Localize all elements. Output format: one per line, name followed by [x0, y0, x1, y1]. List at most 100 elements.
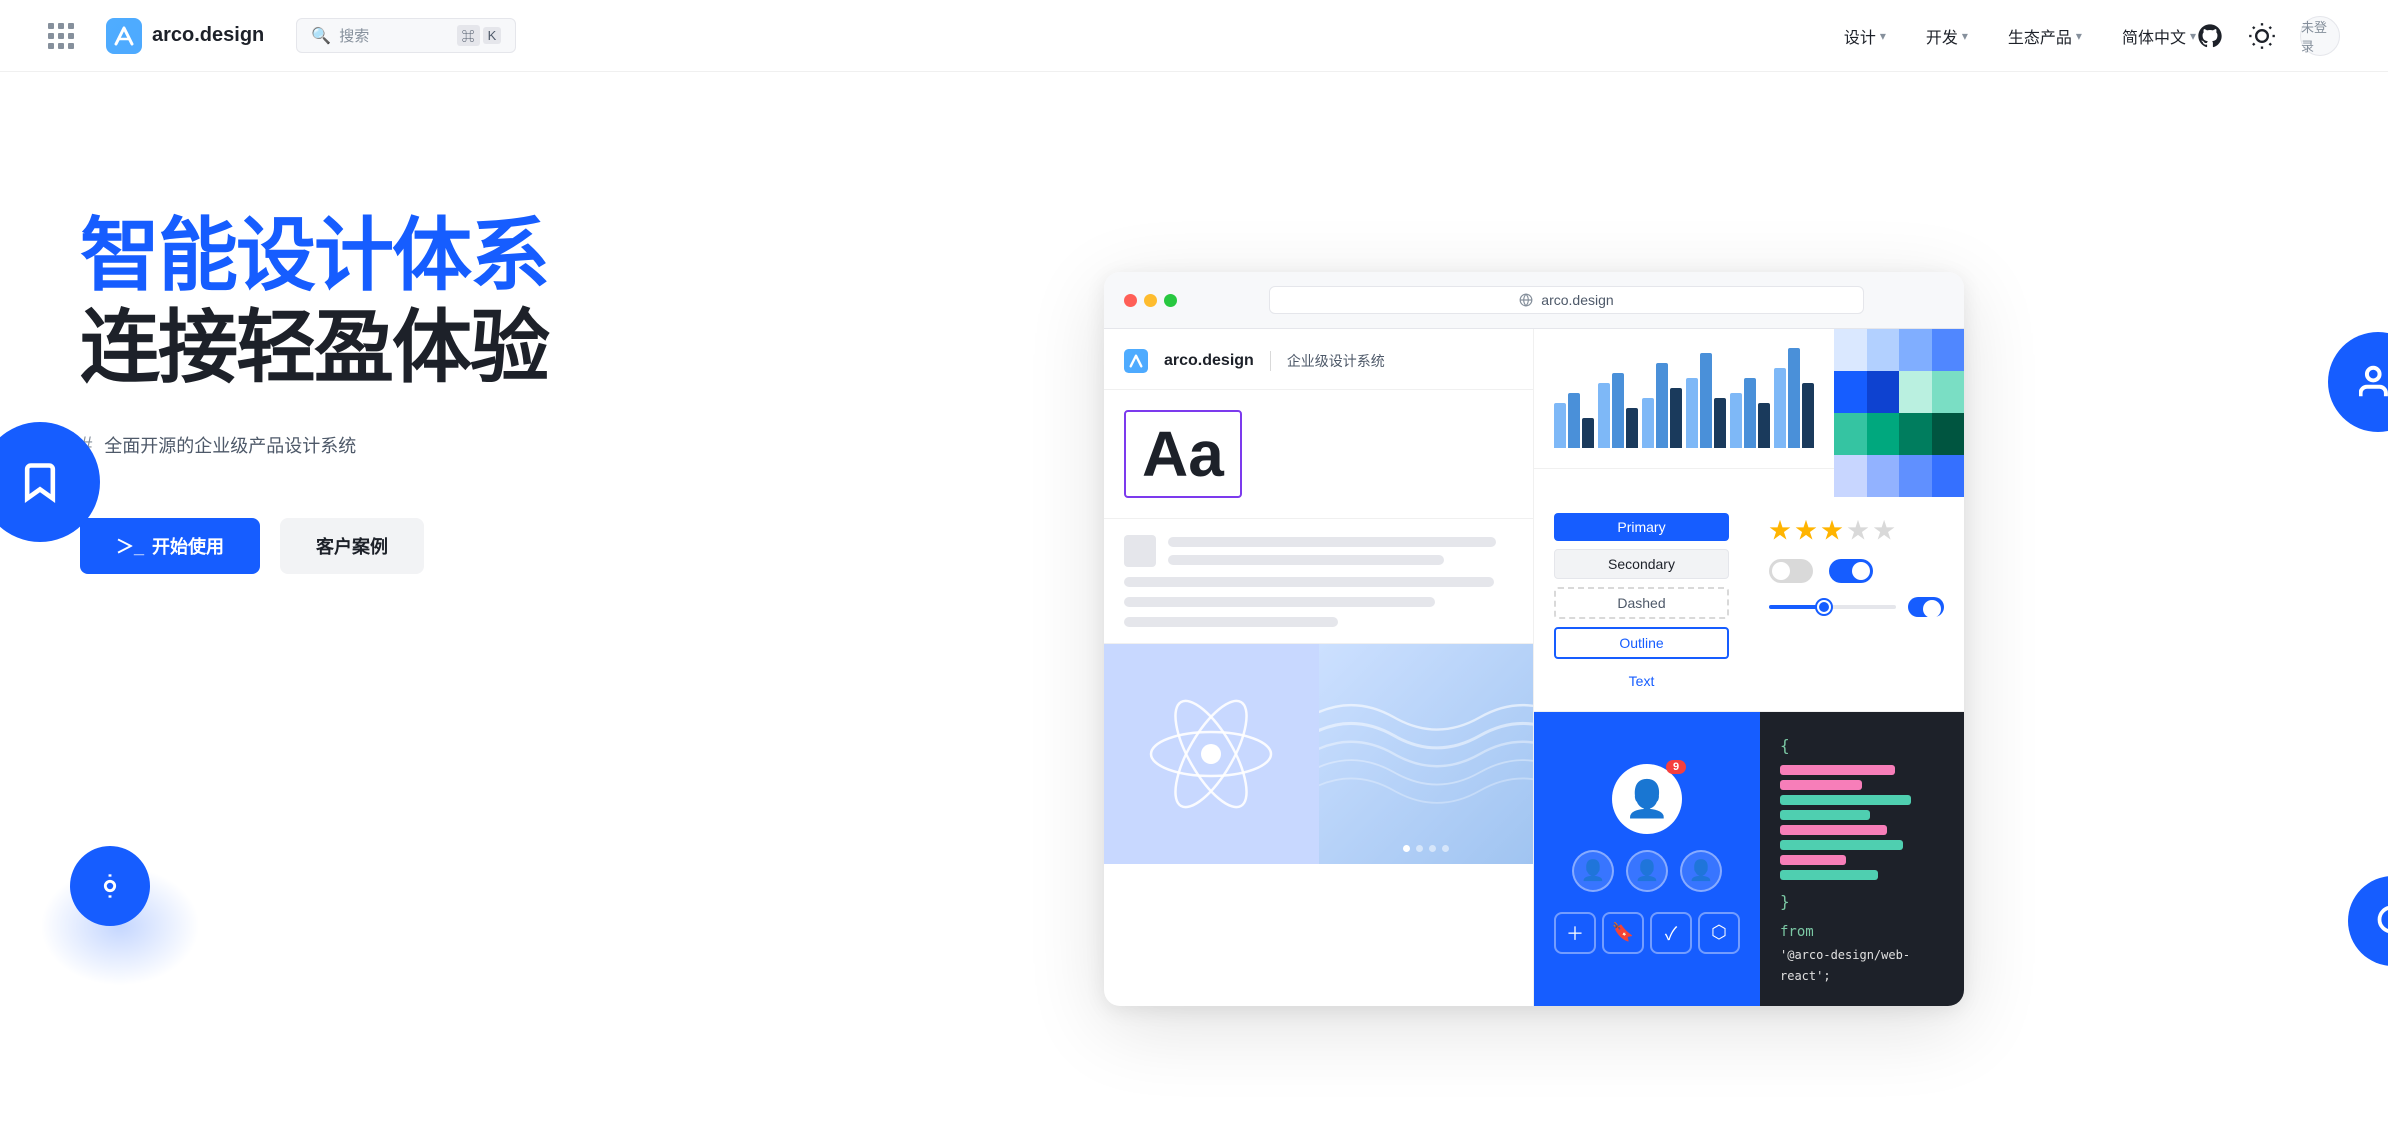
bar-group-3: [1642, 363, 1682, 448]
toggle-row: [1769, 559, 1944, 583]
code-line: [1780, 765, 1895, 775]
theme-icon[interactable]: [2248, 22, 2276, 50]
bar: [1626, 408, 1638, 448]
icon-grid: ＋ 🔖 ✓ ⬡: [1554, 912, 1740, 954]
float-circle-right: [2328, 332, 2388, 432]
skeleton-square: [1124, 535, 1156, 567]
slider-row: [1769, 597, 1944, 617]
code-line: [1780, 870, 1878, 880]
toggle-off[interactable]: [1769, 559, 1813, 583]
grid-menu-icon[interactable]: [48, 23, 74, 49]
logo-text: arco.design: [152, 24, 264, 47]
hero-title-dark: 连接轻盈体验: [80, 304, 632, 392]
skeleton-line: [1124, 577, 1494, 587]
icon-add[interactable]: ＋: [1554, 912, 1596, 954]
color-swatch: [1867, 329, 1900, 371]
bar: [1568, 393, 1580, 448]
code-line: [1780, 840, 1903, 850]
dot: [1416, 845, 1423, 852]
color-swatch: [1834, 371, 1867, 413]
hero-description: # 全面开源的企业级产品设计系统: [80, 432, 632, 458]
bar-group-6: [1774, 348, 1814, 448]
logo[interactable]: arco.design: [106, 18, 264, 54]
skeleton-line: [1124, 597, 1435, 607]
toggle-on[interactable]: [1829, 559, 1873, 583]
typography-preview: Aa: [1124, 410, 1242, 498]
user-icon: 👤: [1635, 858, 1660, 883]
demo-outline-button[interactable]: Outline: [1554, 627, 1729, 659]
nav-ecosystem[interactable]: 生态产品 ▾: [2008, 24, 2082, 48]
slider-thumb: [1817, 600, 1831, 614]
card-right: Primary Secondary Dashed Outline Text ★ …: [1534, 329, 1964, 1006]
bar: [1700, 353, 1712, 448]
bar: [1612, 373, 1624, 448]
slider-track[interactable]: [1769, 605, 1896, 609]
header: arco.design 🔍 搜索 ⌘ K 设计 ▾ 开发 ▾ 生态产品 ▾ 简体…: [0, 0, 2388, 72]
nav-design[interactable]: 设计 ▾: [1844, 24, 1886, 48]
icon-check[interactable]: ✓: [1650, 912, 1692, 954]
skeleton-line: [1168, 537, 1496, 547]
bar: [1686, 378, 1698, 448]
color-swatch: [1899, 371, 1932, 413]
nav-dev[interactable]: 开发 ▾: [1926, 24, 1968, 48]
brand-sub: 企业级设计系统: [1287, 351, 1385, 371]
demo-dashed-button[interactable]: Dashed: [1554, 587, 1729, 619]
code-import-string: '@arco-design/web-react';: [1780, 945, 1944, 986]
chevron-down-icon: ▾: [2076, 29, 2082, 43]
toggle-mini[interactable]: [1908, 597, 1944, 617]
color-swatch: [1834, 455, 1867, 497]
bar-group-2: [1598, 373, 1638, 448]
login-button[interactable]: 未登录: [2300, 16, 2340, 56]
card-body: arco.design 企业级设计系统 Aa: [1104, 329, 1964, 1006]
star-rating: ★ ★ ★ ★ ★: [1769, 513, 1944, 545]
bottom-right-grid: 👤 9 👤 👤 👤: [1534, 712, 1964, 1006]
user-icon: 👤: [1689, 858, 1714, 883]
demo-secondary-button[interactable]: Secondary: [1554, 549, 1729, 579]
code-lines: [1780, 765, 1944, 880]
star-5: ★: [1873, 513, 1895, 545]
controls-panel: ★ ★ ★ ★ ★: [1749, 497, 1964, 712]
atom-panel: [1104, 644, 1319, 864]
bar: [1730, 393, 1742, 448]
icon-bookmark[interactable]: 🔖: [1602, 912, 1644, 954]
main-avatar: 👤 9: [1612, 764, 1682, 834]
icon-cube[interactable]: ⬡: [1698, 912, 1740, 954]
slider-fill: [1769, 605, 1820, 609]
star-4: ★: [1847, 513, 1869, 545]
brand-divider: [1270, 351, 1271, 371]
preview-card: arco.design: [1104, 272, 1964, 1006]
search-bar[interactable]: 🔍 搜索 ⌘ K: [296, 18, 516, 53]
card-titlebar: arco.design: [1104, 272, 1964, 329]
bar: [1582, 418, 1594, 448]
color-swatch: [1899, 455, 1932, 497]
demo-text-button[interactable]: Text: [1554, 667, 1729, 695]
code-line: [1780, 795, 1911, 805]
chevron-down-icon: ▾: [1880, 29, 1886, 43]
skeleton-line: [1124, 617, 1338, 627]
color-swatch: [1834, 329, 1867, 371]
color-swatch: [1899, 413, 1932, 455]
atom-icon: [1141, 684, 1281, 824]
cases-button[interactable]: 客户案例: [280, 518, 424, 574]
star-3: ★: [1821, 513, 1843, 545]
brand-name: arco.design: [1164, 352, 1254, 370]
github-icon[interactable]: [2196, 22, 2224, 50]
brand-logo: [1124, 349, 1148, 373]
nav-lang[interactable]: 简体中文 ▾: [2122, 24, 2196, 48]
avatar-row-small: 👤 👤 👤: [1572, 850, 1722, 892]
url-text: arco.design: [1541, 292, 1613, 308]
start-button[interactable]: ＞_ 开始使用: [80, 518, 260, 574]
dot-active: [1403, 845, 1410, 852]
chevron-down-icon: ▾: [1962, 29, 1968, 43]
bar: [1670, 388, 1682, 448]
hero-left: 智能设计体系 连接轻盈体验 # 全面开源的企业级产品设计系统 ＞_ 开始使用 客…: [0, 72, 680, 1146]
tl-minimize: [1144, 294, 1157, 307]
skeleton-row-1: [1124, 535, 1513, 567]
demo-primary-button[interactable]: Primary: [1554, 513, 1729, 541]
logo-icon: [106, 18, 142, 54]
star-1: ★: [1769, 513, 1791, 545]
bar: [1598, 383, 1610, 448]
shortcut-cmd: ⌘: [457, 25, 480, 46]
user-icon: 👤: [1581, 858, 1606, 883]
code-open-brace: {: [1780, 732, 1944, 759]
